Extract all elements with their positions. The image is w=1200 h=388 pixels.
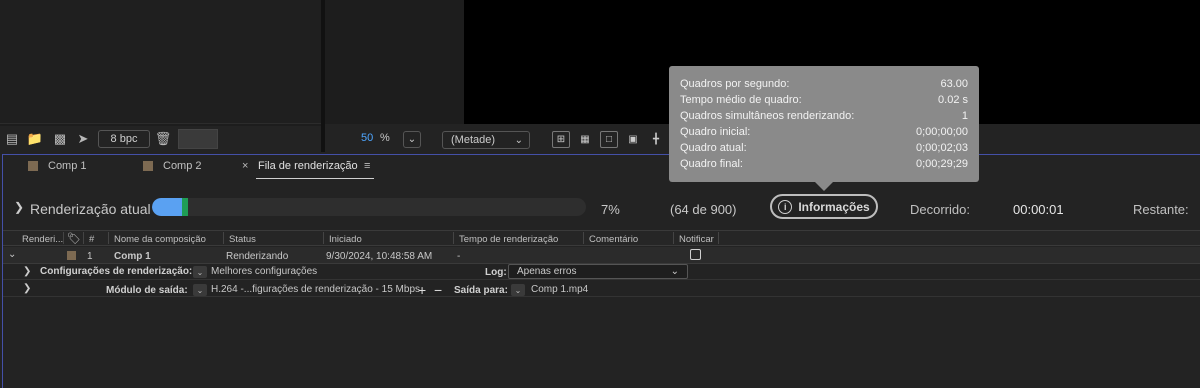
queue-number: 1	[87, 251, 93, 262]
column-number[interactable]: #	[89, 234, 94, 245]
output-module-label: Módulo de saída:	[106, 285, 188, 296]
chevron-right-icon[interactable]: ❯	[14, 200, 24, 214]
comp-swatch	[143, 161, 153, 171]
tooltip-arrow	[815, 182, 833, 191]
tooltip-label: Tempo médio de quadro:	[680, 94, 802, 106]
tooltip-row: Quadro atual: 0;00;02;03	[680, 142, 968, 154]
info-button[interactable]: i Informações	[770, 194, 878, 219]
new-composition-icon[interactable]: ▩	[52, 131, 68, 147]
trash-icon[interactable]: 🗑	[155, 131, 172, 147]
column-notify[interactable]: Notificar	[679, 234, 714, 245]
render-settings-dropdown[interactable]: ⌄	[193, 266, 207, 278]
chevron-down-icon[interactable]: ⌄	[8, 249, 16, 260]
close-tab-icon[interactable]: ×	[242, 160, 248, 172]
tooltip-label: Quadro atual:	[680, 142, 747, 154]
column-render[interactable]: Renderi...	[22, 234, 63, 245]
project-list-area	[0, 0, 321, 124]
tooltip-row: Tempo médio de quadro: 0.02 s	[680, 94, 968, 106]
remove-output-module-icon[interactable]: −	[434, 282, 442, 298]
comp-swatch	[28, 161, 38, 171]
grid-guides-icon[interactable]: ╋	[647, 131, 665, 148]
active-tab-indicator	[256, 178, 374, 179]
tooltip-label: Quadros simultâneos renderizando:	[680, 110, 855, 122]
tooltip-label: Quadro inicial:	[680, 126, 751, 138]
output-to-dropdown[interactable]: ⌄	[511, 284, 525, 296]
tooltip-value: 0;00;29;29	[916, 158, 968, 170]
tooltip-value: 0.02 s	[938, 94, 968, 106]
bit-depth-button[interactable]: 8 bpc	[98, 130, 150, 148]
frames-count: (64 de 900)	[670, 202, 737, 217]
dynamic-link-icon[interactable]: ➤	[75, 131, 91, 147]
tooltip-row: Quadro final: 0;00;29;29	[680, 158, 968, 170]
chevron-right-icon[interactable]: ❯	[23, 266, 31, 277]
log-label: Log:	[485, 267, 507, 278]
interpret-footage-icon[interactable]: ▤	[4, 131, 20, 147]
transparency-grid-icon[interactable]: ▦	[576, 131, 594, 148]
column-status[interactable]: Status	[229, 234, 256, 245]
queue-comp-name: Comp 1	[114, 251, 151, 262]
new-folder-icon[interactable]: 📁	[27, 131, 43, 147]
fast-previews-icon[interactable]: ⊞	[552, 131, 570, 148]
queue-started: 9/30/2024, 10:48:58 AM	[326, 251, 433, 262]
log-value: Apenas erros	[517, 266, 577, 277]
viewer-side-area	[325, 0, 464, 124]
tooltip-value: 63.00	[940, 78, 968, 90]
current-render-label: Renderização atual	[30, 201, 151, 217]
chevron-down-icon: ⌄	[514, 134, 523, 146]
output-module-value[interactable]: H.264 -...figurações de renderização - 1…	[211, 284, 420, 295]
tooltip-row: Quadros simultâneos renderizando: 1	[680, 110, 968, 122]
info-icon: i	[778, 199, 793, 214]
progress-percent: 7%	[601, 202, 620, 217]
tab-comp-1[interactable]: Comp 1	[48, 160, 87, 172]
output-to-value[interactable]: Comp 1.mp4	[531, 284, 588, 295]
render-settings-label: Configurações de renderização:	[40, 266, 193, 277]
column-comp-name[interactable]: Nome da composição	[114, 234, 206, 245]
chevron-down-icon: ⌄	[670, 266, 679, 277]
render-settings-value[interactable]: Melhores configurações	[211, 266, 317, 277]
column-render-time[interactable]: Tempo de renderização	[459, 234, 558, 245]
zoom-dropdown[interactable]: ⌄	[403, 131, 421, 148]
tab-comp-2[interactable]: Comp 2	[163, 160, 202, 172]
chevron-down-icon: ⌄	[407, 134, 417, 145]
remaining-label: Restante:	[1133, 202, 1189, 217]
queue-status: Renderizando	[226, 251, 289, 262]
tooltip-value: 0;00;00;00	[916, 126, 968, 138]
resolution-value: (Metade)	[451, 134, 496, 146]
render-progress-bar	[152, 198, 586, 216]
tooltip-row: Quadros por segundo: 63.00	[680, 78, 968, 90]
notify-checkbox[interactable]	[690, 249, 701, 260]
chevron-right-icon[interactable]: ❯	[23, 283, 31, 294]
tooltip-label: Quadros por segundo:	[680, 78, 790, 90]
render-info-tooltip: Quadros por segundo: 63.00 Tempo médio de…	[669, 66, 979, 182]
zoom-value[interactable]: 50	[361, 132, 373, 144]
info-button-label: Informações	[798, 199, 870, 214]
label-tag-icon[interactable]: 🏷	[67, 232, 81, 245]
tooltip-value: 0;00;02;03	[916, 142, 968, 154]
queue-render-time: -	[457, 251, 461, 262]
elapsed-value: 00:00:01	[1013, 202, 1064, 217]
region-of-interest-icon[interactable]: ▣	[624, 131, 642, 148]
render-progress-fill	[152, 198, 189, 216]
add-output-module-icon[interactable]: +	[418, 282, 426, 298]
panel-menu-icon[interactable]: ≡	[364, 160, 370, 172]
zoom-unit: %	[380, 132, 390, 144]
tooltip-row: Quadro inicial: 0;00;00;00	[680, 126, 968, 138]
output-to-label: Saída para:	[454, 285, 508, 296]
elapsed-label: Decorrido:	[910, 202, 970, 217]
log-dropdown[interactable]: Apenas erros ⌄	[508, 264, 688, 279]
tab-render-queue[interactable]: Fila de renderização	[258, 160, 358, 172]
tooltip-label: Quadro final:	[680, 158, 743, 170]
project-color-swatch[interactable]	[178, 129, 218, 149]
tooltip-value: 1	[961, 110, 968, 122]
label-swatch[interactable]	[67, 251, 76, 260]
column-started[interactable]: Iniciado	[329, 234, 362, 245]
resolution-dropdown[interactable]: (Metade) ⌄	[442, 131, 530, 149]
mask-visibility-icon[interactable]: □	[600, 131, 618, 148]
column-comment[interactable]: Comentário	[589, 234, 638, 245]
output-module-dropdown[interactable]: ⌄	[193, 284, 207, 296]
table-row[interactable]	[3, 247, 1200, 264]
